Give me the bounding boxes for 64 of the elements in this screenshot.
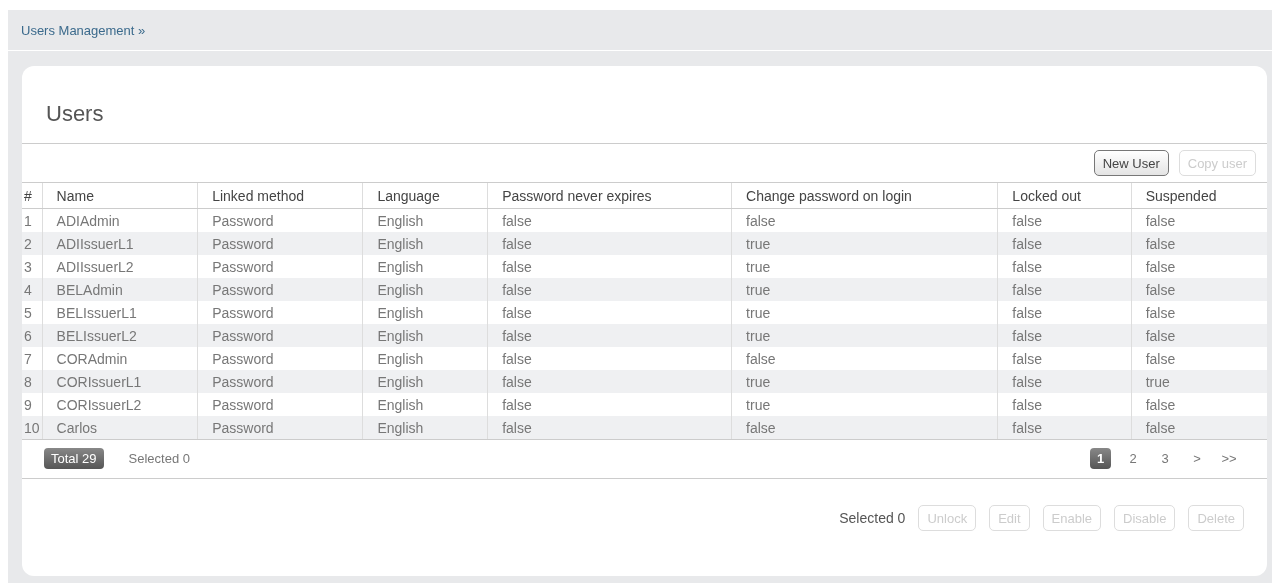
table-cell: true: [731, 370, 998, 393]
breadcrumb-link[interactable]: Users Management »: [21, 23, 146, 38]
table-cell: false: [1131, 278, 1267, 301]
row-number: 7: [22, 347, 43, 370]
row-number: 8: [22, 370, 43, 393]
table-cell: English: [362, 278, 488, 301]
table-cell: English: [362, 324, 488, 347]
selected-count: Selected 0: [839, 510, 906, 526]
column-header[interactable]: Password never expires: [487, 182, 732, 209]
new-user-button[interactable]: New User: [1093, 150, 1169, 176]
page-link[interactable]: >>: [1215, 448, 1243, 469]
table-cell: English: [362, 232, 488, 255]
table-cell: BELIssuerL2: [42, 324, 198, 347]
column-header[interactable]: Linked method: [197, 182, 363, 209]
page-link[interactable]: 3: [1151, 448, 1179, 469]
column-header[interactable]: Name: [42, 182, 198, 209]
table-cell: false: [487, 232, 732, 255]
table-cell: false: [487, 278, 732, 301]
table-cell: false: [997, 416, 1132, 440]
table-cell: false: [1131, 324, 1267, 347]
table-cell: Password: [197, 324, 363, 347]
table-cell: true: [731, 324, 998, 347]
table-cell: false: [1131, 232, 1267, 255]
table-cell: false: [997, 232, 1132, 255]
table-cell: Password: [197, 278, 363, 301]
column-header[interactable]: Suspended: [1131, 182, 1267, 209]
table-cell: false: [997, 324, 1132, 347]
table-cell: Password: [197, 232, 363, 255]
column-header[interactable]: #: [22, 182, 43, 209]
selected-count: Selected 0: [128, 451, 190, 466]
table-cell: Password: [197, 370, 363, 393]
table-cell: English: [362, 370, 488, 393]
column-header[interactable]: Locked out: [997, 182, 1132, 209]
table-cell: true: [731, 278, 998, 301]
table-cell: true: [731, 232, 998, 255]
row-number: 6: [22, 324, 43, 347]
row-number: 10: [22, 416, 43, 440]
column-header[interactable]: Language: [362, 182, 488, 209]
total-badge: Total 29: [44, 448, 104, 469]
table-cell: true: [1131, 370, 1267, 393]
page-link[interactable]: >: [1183, 448, 1211, 469]
table-cell: English: [362, 416, 488, 440]
table-cell: Password: [197, 416, 363, 440]
row-number: 5: [22, 301, 43, 324]
page-link[interactable]: 2: [1119, 448, 1147, 469]
table-cell: false: [997, 278, 1132, 301]
table-cell: Carlos: [42, 416, 198, 440]
row-number: 1: [22, 208, 43, 232]
table-cell: false: [731, 416, 998, 440]
column-header[interactable]: Change password on login: [731, 182, 998, 209]
table-cell: ADIIssuerL1: [42, 232, 198, 255]
row-number: 9: [22, 393, 43, 416]
table-cell: false: [1131, 416, 1267, 440]
table-cell: false: [997, 370, 1132, 393]
table-cell: false: [487, 324, 732, 347]
row-number: 3: [22, 255, 43, 278]
table-cell: false: [487, 370, 732, 393]
table-cell: BELAdmin: [42, 278, 198, 301]
table-cell: CORIssuerL1: [42, 370, 198, 393]
table-cell: false: [487, 416, 732, 440]
row-number: 4: [22, 278, 43, 301]
row-number: 2: [22, 232, 43, 255]
page-link[interactable]: 1: [1090, 448, 1111, 469]
panel-title: Users: [45, 100, 105, 128]
